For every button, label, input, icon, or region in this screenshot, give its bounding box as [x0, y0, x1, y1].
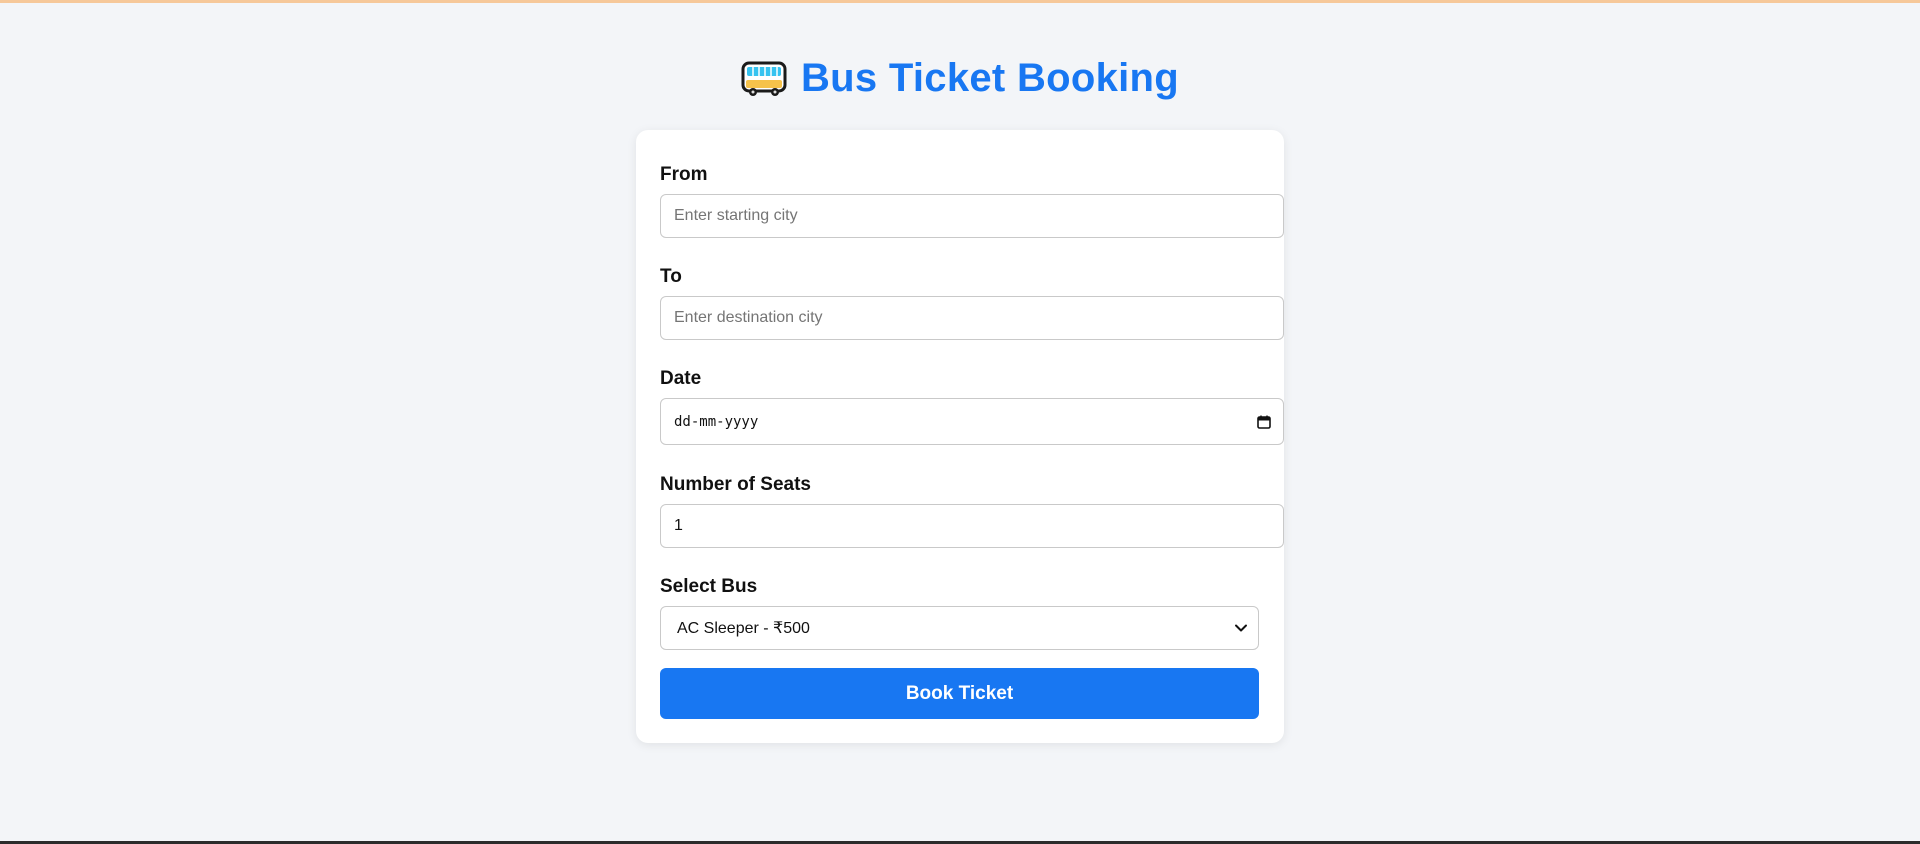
from-label: From — [660, 164, 708, 185]
header: Bus Ticket Booking — [0, 56, 1920, 101]
bus-selected-value: AC Sleeper - ₹500 — [677, 620, 810, 637]
date-label: Date — [660, 368, 702, 389]
chevron-down-icon — [1234, 621, 1248, 635]
seats-label: Number of Seats — [660, 474, 811, 495]
to-placeholder: Enter destination city — [674, 309, 823, 326]
top-accent-bar — [0, 0, 1920, 3]
to-label: To — [660, 266, 682, 287]
seats-input[interactable]: 1 — [660, 504, 1284, 548]
seats-value: 1 — [674, 517, 683, 534]
page: Bus Ticket Booking From Enter starting c… — [0, 0, 1920, 844]
date-input[interactable]: dd-mm-yyyy — [660, 398, 1284, 445]
bus-icon — [741, 59, 787, 99]
date-placeholder: dd-mm-yyyy — [674, 413, 759, 430]
booking-form-card: From Enter starting city To Enter destin… — [636, 130, 1284, 743]
to-input[interactable]: Enter destination city — [660, 296, 1284, 340]
page-title: Bus Ticket Booking — [800, 56, 1180, 100]
from-placeholder: Enter starting city — [674, 207, 798, 224]
bus-select[interactable]: AC Sleeper - ₹500 — [660, 606, 1259, 650]
book-ticket-button[interactable]: Book Ticket — [660, 668, 1259, 719]
from-input[interactable]: Enter starting city — [660, 194, 1284, 238]
bus-label: Select Bus — [660, 576, 758, 597]
calendar-icon[interactable] — [1257, 415, 1271, 429]
